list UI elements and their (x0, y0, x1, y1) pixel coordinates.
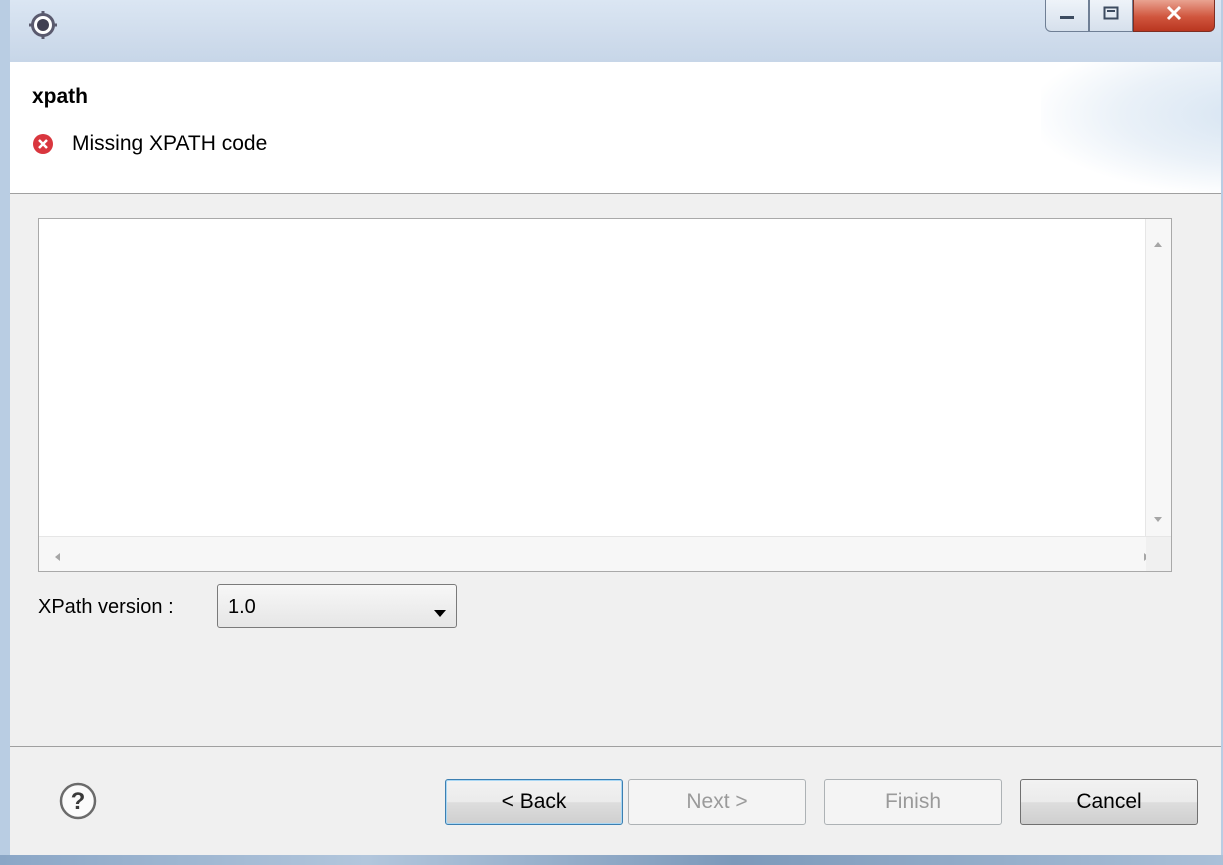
cancel-button[interactable]: Cancel (1020, 779, 1198, 825)
scroll-up-icon[interactable] (1153, 235, 1163, 253)
vertical-scrollbar[interactable] (1145, 219, 1171, 537)
maximize-icon (1103, 6, 1119, 25)
scroll-left-icon[interactable] (53, 549, 61, 567)
page-title: xpath (32, 85, 89, 108)
xpath-dialog: xpath Missing XPATH code XPath version:… (0, 0, 1223, 865)
finish-button[interactable]: Finish (824, 779, 1002, 825)
xpath-code-editor[interactable] (38, 218, 1172, 572)
scroll-down-icon[interactable] (1153, 511, 1163, 529)
footer-separator (10, 746, 1221, 747)
xpath-version-select[interactable]: 1.0 (217, 584, 457, 628)
maximize-button[interactable] (1089, 0, 1133, 32)
error-message: Missing XPATH code (72, 132, 268, 155)
chevron-down-icon (434, 604, 446, 622)
horizontal-scrollbar[interactable] (39, 536, 1171, 571)
help-icon[interactable]: ? (58, 781, 98, 821)
eclipse-gear-icon (28, 10, 58, 40)
xpath-version-value: 1.0 (228, 596, 256, 618)
minimize-icon (1059, 7, 1075, 25)
title-bar[interactable] (10, 0, 1221, 62)
svg-text:?: ? (71, 788, 86, 815)
back-button[interactable]: < Back (445, 779, 623, 825)
close-icon (1165, 5, 1183, 26)
wizard-header: xpath Missing XPATH code (10, 62, 1221, 194)
xpath-version-label: XPath version : (38, 596, 174, 618)
next-button[interactable]: Next > (628, 779, 806, 825)
error-icon (32, 133, 54, 155)
background-strip (0, 855, 1223, 865)
close-button[interactable] (1133, 0, 1215, 32)
scrollbar-corner (1146, 537, 1171, 571)
window-controls (1045, 0, 1215, 36)
minimize-button[interactable] (1045, 0, 1089, 32)
header-decoration (1041, 62, 1221, 193)
